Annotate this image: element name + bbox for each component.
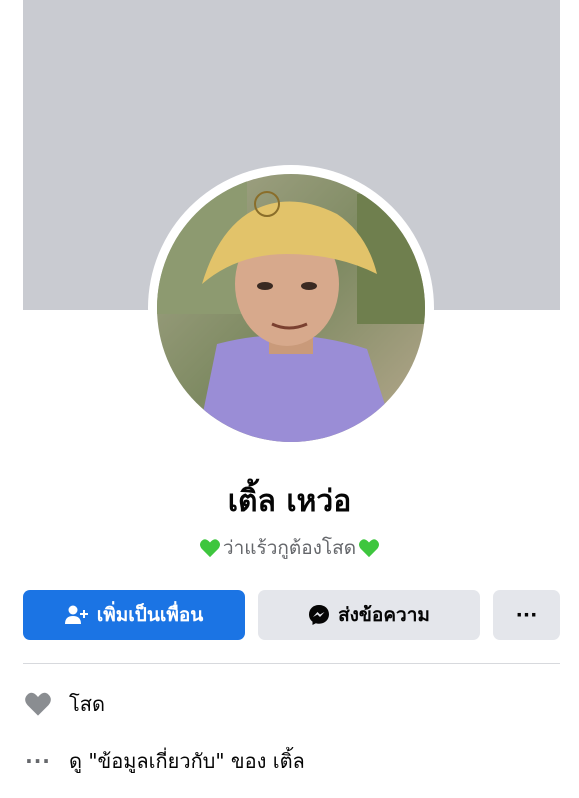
profile-actions: เพิ่มเป็นเพื่อน ส่งข้อความ ··· xyxy=(23,590,560,640)
relationship-row: โสด xyxy=(23,688,560,720)
green-heart-icon xyxy=(359,539,380,558)
person-plus-icon xyxy=(64,605,88,624)
profile-picture[interactable] xyxy=(148,165,434,451)
messenger-icon xyxy=(309,605,330,625)
add-friend-button[interactable]: เพิ่มเป็นเพื่อน xyxy=(23,590,245,640)
green-heart-icon xyxy=(199,539,220,558)
more-options-label: ··· xyxy=(515,604,538,626)
message-button[interactable]: ส่งข้อความ xyxy=(258,590,480,640)
heart-icon xyxy=(23,689,53,719)
add-friend-label: เพิ่มเป็นเพื่อน xyxy=(96,604,204,626)
about-link[interactable]: ดู "ข้อมูลเกี่ยวกับ" ของ เติ้ล xyxy=(69,745,305,777)
profile-name: เติ้ล เหว่อ xyxy=(227,484,352,519)
relationship-status: โสด xyxy=(69,692,105,716)
avatar xyxy=(157,174,425,442)
about-row[interactable]: ··· ดู "ข้อมูลเกี่ยวกับ" ของ เติ้ล xyxy=(23,745,560,777)
avatar-image xyxy=(157,174,425,442)
more-options-button[interactable]: ··· xyxy=(493,590,560,640)
message-label: ส่งข้อความ xyxy=(338,604,430,626)
divider xyxy=(23,663,560,664)
bio-text: ว่าแร้วกูต้องโสด xyxy=(222,537,357,559)
more-dots-icon: ··· xyxy=(25,749,51,773)
profile-bio: ว่าแร้วกูต้องโสด xyxy=(0,533,579,563)
